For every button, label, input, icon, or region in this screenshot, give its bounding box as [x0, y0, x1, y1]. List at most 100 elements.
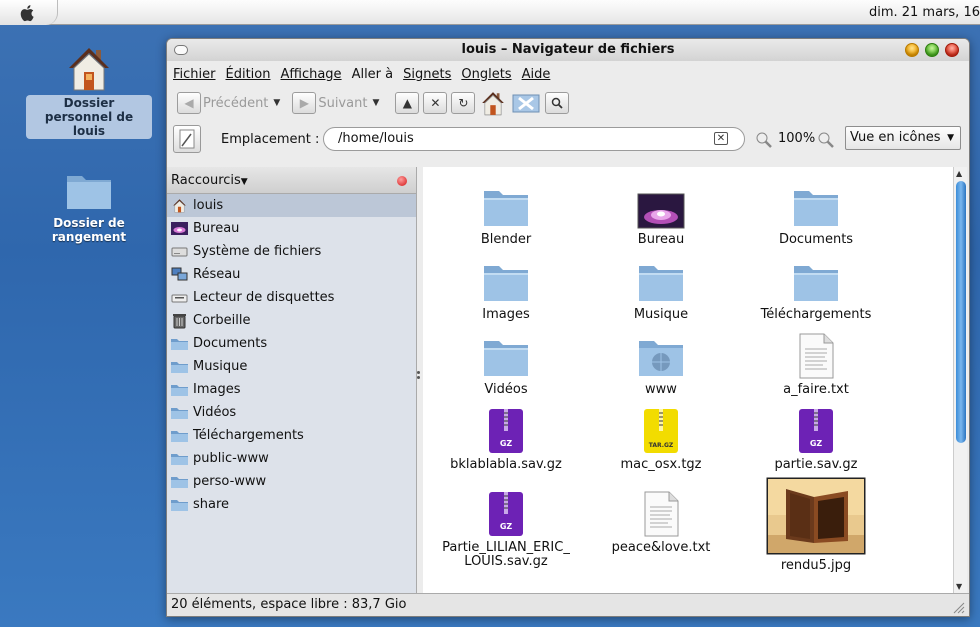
close-button[interactable]	[945, 43, 959, 57]
trash-icon	[171, 313, 188, 328]
sidebar-item[interactable]: Bureau	[167, 217, 416, 240]
sidebar-close-icon[interactable]	[397, 176, 407, 186]
chevron-down-icon[interactable]: ▼	[273, 98, 280, 108]
file-item[interactable]: GZ partie.sav.gz	[741, 404, 891, 472]
menu-onglets[interactable]: Onglets	[461, 67, 511, 82]
folder-icon	[171, 474, 188, 489]
home-icon	[482, 92, 505, 116]
apple-menu-button[interactable]	[0, 0, 58, 25]
sidebar-item[interactable]: Musique	[167, 355, 416, 378]
file-item[interactable]: peace&love.txt	[586, 487, 736, 555]
file-item[interactable]: Téléchargements	[741, 254, 891, 322]
gz-archive-icon: GZ	[431, 487, 581, 537]
menu-fichier[interactable]: Fichier	[173, 67, 216, 82]
sidebar-item-label: Téléchargements	[193, 428, 304, 443]
sidebar-item[interactable]: Réseau	[167, 263, 416, 286]
menu-signets[interactable]: Signets	[403, 67, 451, 82]
computer-button[interactable]	[511, 91, 541, 115]
file-name: rendu5.jpg	[780, 558, 852, 573]
desktop-icon-storage-folder[interactable]: Dossier de rangement	[22, 170, 156, 245]
menu-edition-label: Édition	[225, 66, 271, 82]
location-toggle-button[interactable]	[173, 125, 201, 153]
desktop-icon-home-folder[interactable]: Dossier personnel de louis	[25, 44, 153, 139]
menu-fichier-label: Fichier	[173, 66, 216, 82]
menu-affichage[interactable]: Affichage	[280, 67, 341, 82]
sidebar-item-label: Lecteur de disquettes	[193, 290, 335, 305]
home-icon	[171, 198, 188, 213]
edit-path-icon	[179, 129, 195, 149]
status-text: 20 éléments, espace libre : 83,7 Gio	[171, 597, 407, 612]
sidebar-item[interactable]: perso-www	[167, 470, 416, 493]
file-item[interactable]: a_faire.txt	[741, 329, 891, 397]
minimize-button[interactable]	[905, 43, 919, 57]
apple-logo-icon	[20, 5, 34, 22]
sidebar-item[interactable]: share	[167, 493, 416, 516]
status-bar: 20 éléments, espace libre : 83,7 Gio	[167, 593, 969, 616]
scroll-up-arrow[interactable]: ▲	[956, 169, 962, 178]
sidebar-header[interactable]: Raccourcis▼	[167, 167, 416, 194]
file-item[interactable]: Blender	[431, 179, 581, 247]
sidebar-item[interactable]: Corbeille	[167, 309, 416, 332]
stop-button[interactable]: ✕	[423, 92, 448, 114]
vertical-scrollbar[interactable]: ▲ ▼	[953, 167, 967, 593]
folder-icon	[431, 329, 581, 379]
chevron-down-icon: ▼	[947, 133, 954, 143]
text-icon	[586, 487, 736, 537]
clear-icon[interactable]: ✕	[714, 132, 728, 145]
back-button[interactable]: ◀ Précédent ▼	[173, 91, 284, 115]
reload-button[interactable]: ↻	[451, 92, 476, 114]
zoom-in-icon[interactable]	[817, 131, 835, 149]
file-name: Blender	[480, 232, 532, 247]
svg-text:GZ: GZ	[500, 439, 513, 448]
scrollbar-thumb[interactable]	[956, 181, 966, 443]
maximize-button[interactable]	[925, 43, 939, 57]
sidebar-item[interactable]: Documents	[167, 332, 416, 355]
file-item[interactable]: Musique	[586, 254, 736, 322]
file-item[interactable]: TAR.GZ mac_osx.tgz	[586, 404, 736, 472]
file-item[interactable]: www	[586, 329, 736, 397]
location-input[interactable]: /home/louis ✕	[323, 127, 745, 151]
menu-edition[interactable]: Édition	[226, 67, 271, 82]
resize-grip-icon[interactable]	[951, 600, 965, 614]
content-area: Raccourcis▼ louis Bureau Système de fichie…	[167, 167, 969, 593]
gz-archive-icon: GZ	[741, 404, 891, 454]
file-name: Bureau	[637, 232, 685, 247]
sidebar-item[interactable]: Téléchargements	[167, 424, 416, 447]
back-button-label: Précédent	[203, 95, 269, 111]
floppy-drive-icon	[171, 290, 188, 305]
sidebar-item[interactable]: Vidéos	[167, 401, 416, 424]
menu-aller[interactable]: Aller à	[352, 67, 394, 82]
scroll-down-arrow[interactable]: ▼	[956, 582, 962, 591]
sidebar-item[interactable]: louis	[167, 194, 416, 217]
view-mode-select[interactable]: Vue en icônes ▼	[845, 126, 961, 150]
file-item[interactable]: Documents	[741, 179, 891, 247]
pane-resize-handle[interactable]	[417, 371, 421, 385]
svg-text:TAR.GZ: TAR.GZ	[649, 442, 674, 449]
file-name: Documents	[778, 232, 854, 247]
window-titlebar[interactable]: louis – Navigateur de fichiers	[167, 39, 969, 61]
sidebar-item[interactable]: Images	[167, 378, 416, 401]
sidebar-item[interactable]: Système de fichiers	[167, 240, 416, 263]
sidebar-item[interactable]: Lecteur de disquettes	[167, 286, 416, 309]
file-manager-window: louis – Navigateur de fichiers Fichier É…	[166, 38, 970, 617]
folder-icon	[586, 254, 736, 304]
menu-aide[interactable]: Aide	[522, 67, 551, 82]
clock[interactable]: dim. 21 mars, 16	[869, 5, 980, 20]
zoom-out-icon[interactable]	[755, 131, 773, 149]
file-name: Images	[482, 307, 530, 322]
file-item[interactable]: Images	[431, 254, 581, 322]
window-menu-button[interactable]	[174, 45, 188, 55]
forward-button[interactable]: ▶ Suivant ▼	[288, 91, 383, 115]
file-item[interactable]: GZ bklablabla.sav.gz	[431, 404, 581, 472]
chevron-down-icon[interactable]: ▼	[372, 98, 379, 108]
sidebar-item[interactable]: public-www	[167, 447, 416, 470]
file-item[interactable]: Vidéos	[431, 329, 581, 397]
parent-folder-button[interactable]: ▲	[395, 92, 420, 114]
search-button[interactable]	[545, 92, 570, 114]
file-item[interactable]: Bureau	[586, 179, 736, 247]
file-item[interactable]: rendu5.jpg	[741, 475, 891, 573]
folder-icon	[741, 254, 891, 304]
folder-icon	[431, 179, 581, 229]
file-item[interactable]: GZ Partie_LILIAN_ERIC_ LOUIS.sav.gz	[431, 487, 581, 569]
home-button[interactable]	[479, 89, 507, 117]
